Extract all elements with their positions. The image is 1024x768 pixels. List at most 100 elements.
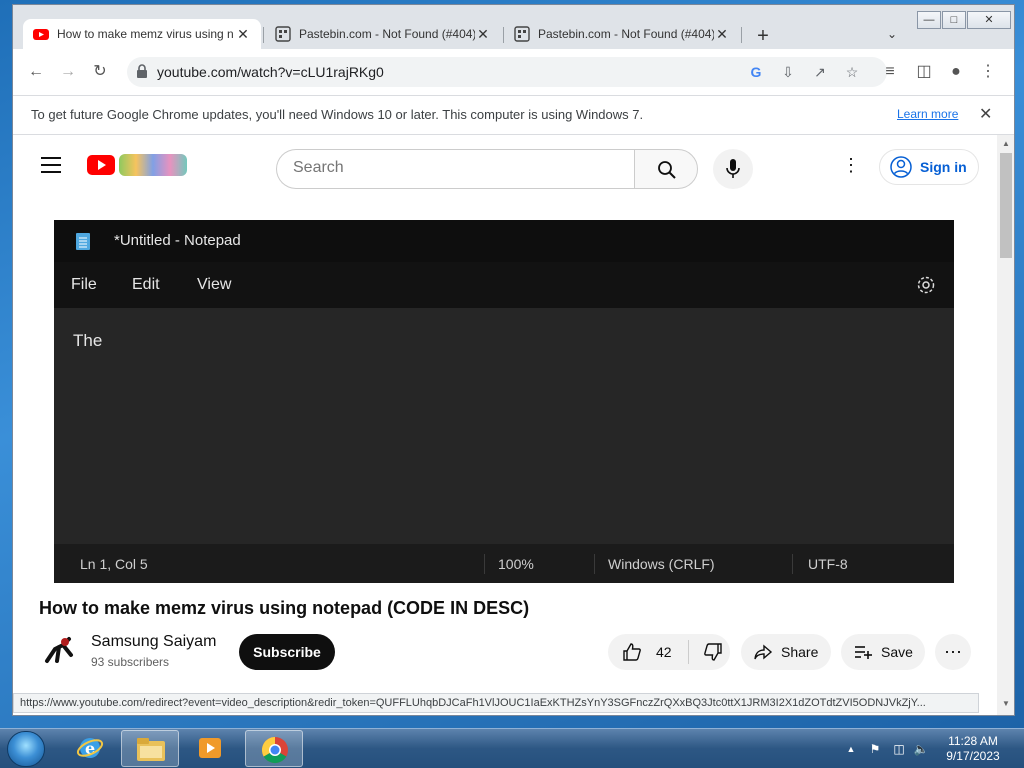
status-position: Ln 1, Col 5 xyxy=(80,556,148,572)
new-tab-icon[interactable]: + xyxy=(753,25,773,48)
more-actions-icon[interactable]: ⋯ xyxy=(935,634,971,670)
close-tab-icon[interactable]: ✕ xyxy=(235,26,251,43)
learn-more-link[interactable]: Learn more xyxy=(897,107,958,121)
maximize-icon[interactable]: □ xyxy=(942,11,966,29)
notepad-content: The xyxy=(73,331,103,350)
notepad-text-area: The xyxy=(54,308,954,544)
youtube-page: ⋮ Sign in *Untitled - Notepad File Edit … xyxy=(13,135,997,715)
search-input[interactable] xyxy=(293,159,593,177)
pastebin-favicon-icon xyxy=(275,26,291,42)
taskbar-chrome[interactable] xyxy=(245,730,303,767)
close-window-icon[interactable]: ✕ xyxy=(967,11,1011,29)
internet-explorer-icon: e xyxy=(76,738,104,758)
bookmark-star-icon[interactable]: ☆ xyxy=(843,63,861,81)
youtube-doodle-icon[interactable] xyxy=(119,154,187,176)
tab-pastebin-2[interactable]: Pastebin.com - Not Found (#404) ✕ xyxy=(504,19,740,49)
youtube-header: ⋮ Sign in xyxy=(13,135,997,195)
install-app-icon[interactable]: ⇩ xyxy=(779,63,797,81)
notepad-menu-view: View xyxy=(197,276,232,293)
spiderman-avatar-icon xyxy=(39,631,79,671)
account-icon xyxy=(890,156,912,178)
search-box[interactable] xyxy=(276,149,634,189)
thumbs-down-icon[interactable] xyxy=(703,642,723,662)
url-text: youtube.com/watch?v=cLU1rajRKg0 xyxy=(157,64,384,80)
search-icon xyxy=(658,161,676,179)
notepad-menu-file: File xyxy=(71,276,97,293)
status-encoding: UTF-8 xyxy=(808,556,848,572)
start-button-icon[interactable] xyxy=(7,731,45,767)
chrome-menu-icon[interactable]: ⋮ xyxy=(977,61,999,83)
side-panel-icon[interactable]: ◫ xyxy=(913,61,935,83)
tab-pastebin-1[interactable]: Pastebin.com - Not Found (#404) ✕ xyxy=(265,19,501,49)
back-icon[interactable]: ← xyxy=(25,61,47,83)
notepad-statusbar: Ln 1, Col 5 100% Windows (CRLF) UTF-8 xyxy=(54,544,954,583)
settings-kebab-icon[interactable]: ⋮ xyxy=(841,155,861,179)
tab-title: Pastebin.com - Not Found (#404) xyxy=(299,27,475,41)
taskbar-media-player[interactable] xyxy=(181,730,239,767)
save-label: Save xyxy=(881,644,913,660)
notepad-title: *Untitled - Notepad xyxy=(114,232,241,249)
search-button[interactable] xyxy=(634,149,698,189)
close-tab-icon[interactable]: ✕ xyxy=(714,26,730,43)
minimize-icon[interactable]: — xyxy=(917,11,941,29)
subscribe-button[interactable]: Subscribe xyxy=(239,634,335,670)
microphone-icon xyxy=(726,159,740,178)
thumbs-up-icon[interactable] xyxy=(622,642,642,662)
notepad-menubar: File Edit View xyxy=(54,262,954,308)
close-tab-icon[interactable]: ✕ xyxy=(475,26,491,43)
status-zoom: 100% xyxy=(498,556,534,572)
youtube-logo-icon[interactable] xyxy=(87,155,115,175)
hamburger-menu-icon[interactable] xyxy=(41,157,61,173)
notepad-menu-edit: Edit xyxy=(132,276,160,293)
link-status-bubble: https://www.youtube.com/redirect?event=v… xyxy=(13,693,979,713)
youtube-favicon-icon xyxy=(33,26,49,42)
video-player[interactable]: *Untitled - Notepad File Edit View The L… xyxy=(54,220,954,583)
sign-in-label: Sign in xyxy=(920,159,967,175)
scrollbar-thumb[interactable] xyxy=(1000,153,1012,258)
reload-icon[interactable]: ↻ xyxy=(89,61,111,83)
close-infobar-icon[interactable]: ✕ xyxy=(979,104,992,124)
network-icon[interactable]: ◫ xyxy=(891,741,907,757)
voice-search-button[interactable] xyxy=(713,149,753,189)
like-count[interactable]: 42 xyxy=(656,644,672,660)
chrome-window: How to make memz virus using n ✕ Pastebi… xyxy=(12,4,1015,716)
taskbar-file-explorer[interactable] xyxy=(121,730,179,767)
tab-title: How to make memz virus using n xyxy=(57,27,234,41)
page-scrollbar[interactable]: ▲ ▼ xyxy=(997,135,1014,715)
tab-separator xyxy=(741,27,742,43)
show-hidden-icons-icon[interactable]: ▲ xyxy=(843,741,859,757)
taskbar-internet-explorer[interactable]: e xyxy=(61,730,119,767)
profile-icon[interactable]: ● xyxy=(945,61,967,83)
reading-list-icon[interactable]: ≡ xyxy=(879,61,901,83)
channel-name[interactable]: Samsung Saiyam xyxy=(91,633,216,651)
infobar-message: To get future Google Chrome updates, you… xyxy=(31,107,644,122)
video-title: How to make memz virus using notepad (CO… xyxy=(39,598,530,618)
system-clock[interactable]: 11:28 AM 9/17/2023 xyxy=(934,734,1012,764)
forward-icon[interactable]: → xyxy=(57,61,79,83)
tab-title: Pastebin.com - Not Found (#404) xyxy=(538,27,714,41)
windows-taskbar: e ▲ ⚑ ◫ 🔈 11:28 AM 9/17/2023 xyxy=(0,728,1024,768)
folder-icon xyxy=(137,738,165,761)
share-page-icon[interactable]: ↗ xyxy=(811,63,829,81)
share-arrow-icon xyxy=(754,644,773,660)
status-line-ending: Windows (CRLF) xyxy=(608,556,715,572)
scroll-down-icon[interactable]: ▼ xyxy=(1002,699,1010,708)
like-dislike-group: 42 xyxy=(608,634,730,670)
share-label: Share xyxy=(781,644,819,660)
tab-youtube[interactable]: How to make memz virus using n ✕ xyxy=(23,19,261,49)
volume-muted-icon[interactable]: 🔈 xyxy=(913,741,929,757)
browser-toolbar: ← → ↻ youtube.com/watch?v=cLU1rajRKg0 G … xyxy=(13,49,1014,95)
save-button[interactable]: Save xyxy=(841,634,925,670)
address-bar[interactable]: youtube.com/watch?v=cLU1rajRKg0 G ⇩ ↗ ☆ xyxy=(127,57,887,87)
sign-in-button[interactable]: Sign in xyxy=(879,149,979,185)
google-lens-icon[interactable]: G xyxy=(747,63,765,81)
tab-search-chevron-icon[interactable]: ⌄ xyxy=(887,27,897,41)
scroll-up-icon[interactable]: ▲ xyxy=(1002,139,1010,148)
share-button[interactable]: Share xyxy=(741,634,831,670)
notepad-titlebar: *Untitled - Notepad xyxy=(54,220,954,262)
tab-separator xyxy=(263,27,264,43)
chrome-icon xyxy=(261,736,288,764)
clock-date: 9/17/2023 xyxy=(946,749,1000,763)
channel-avatar[interactable] xyxy=(39,631,79,671)
action-center-flag-icon[interactable]: ⚑ xyxy=(867,741,883,757)
